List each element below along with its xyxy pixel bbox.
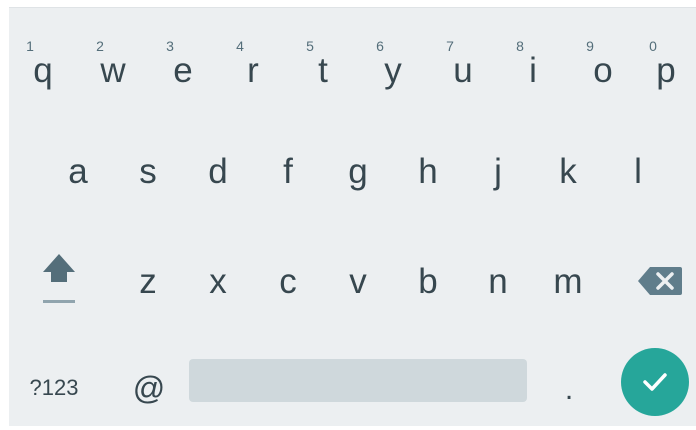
key-hint: 4: [236, 38, 244, 54]
key-g[interactable]: g: [328, 136, 388, 206]
key-label: u: [453, 50, 473, 90]
key-label: c: [279, 261, 297, 301]
key-label: b: [418, 261, 438, 301]
key-label: n: [488, 261, 508, 301]
key-x[interactable]: x: [188, 246, 248, 316]
key-k[interactable]: k: [538, 136, 598, 206]
key-i[interactable]: 8 i: [503, 26, 563, 96]
key-hint: 8: [516, 38, 524, 54]
key-u[interactable]: 7 u: [433, 26, 493, 96]
key-label: t: [318, 50, 328, 90]
key-label: z: [139, 261, 157, 301]
key-label: d: [208, 151, 228, 191]
key-label: s: [139, 151, 157, 191]
key-label: i: [529, 50, 537, 90]
key-hint: 0: [649, 38, 657, 54]
key-m[interactable]: m: [538, 246, 598, 316]
key-label: x: [209, 261, 227, 301]
key-label: o: [593, 50, 613, 90]
key-label: e: [173, 50, 193, 90]
key-label: m: [553, 261, 583, 301]
shift-key[interactable]: [27, 246, 91, 316]
key-hint: 6: [376, 38, 384, 54]
key-l[interactable]: l: [608, 136, 668, 206]
soft-keyboard: 1 q 2 w 3 e 4 r 5 t 6 y 7 u 8 i 9 o 0 p …: [9, 7, 696, 426]
key-a[interactable]: a: [48, 136, 108, 206]
key-q[interactable]: 1 q: [13, 26, 73, 96]
key-label: l: [634, 151, 642, 191]
key-c[interactable]: c: [258, 246, 318, 316]
key-hint: 7: [446, 38, 454, 54]
backspace-icon: [638, 267, 682, 295]
key-label: q: [33, 50, 53, 90]
key-d[interactable]: d: [188, 136, 248, 206]
key-z[interactable]: z: [118, 246, 178, 316]
key-label: y: [384, 50, 402, 90]
shift-icon: [43, 254, 75, 303]
key-label: p: [656, 50, 676, 90]
key-label: w: [100, 50, 126, 90]
symbols-key[interactable]: ?123: [19, 363, 89, 413]
backspace-key[interactable]: [625, 246, 695, 316]
key-y[interactable]: 6 y: [363, 26, 423, 96]
at-key[interactable]: @: [119, 358, 179, 418]
key-s[interactable]: s: [118, 136, 178, 206]
key-h[interactable]: h: [398, 136, 458, 206]
key-n[interactable]: n: [468, 246, 528, 316]
key-hint: 5: [306, 38, 314, 54]
key-j[interactable]: j: [468, 136, 528, 206]
key-hint: 1: [26, 38, 34, 54]
key-t[interactable]: 5 t: [293, 26, 353, 96]
key-o[interactable]: 9 o: [573, 26, 633, 96]
key-e[interactable]: 3 e: [153, 26, 213, 96]
key-label: v: [349, 261, 367, 301]
key-label: a: [68, 151, 88, 191]
key-label: j: [494, 151, 502, 191]
key-w[interactable]: 2 w: [83, 26, 143, 96]
space-bar[interactable]: [189, 359, 527, 402]
key-hint: 9: [586, 38, 594, 54]
key-p[interactable]: 0 p: [636, 26, 696, 96]
key-label: r: [247, 50, 259, 90]
done-button[interactable]: [621, 348, 689, 416]
checkmark-icon: [643, 373, 667, 391]
key-label: f: [283, 151, 293, 191]
key-f[interactable]: f: [258, 136, 318, 206]
key-hint: 2: [96, 38, 104, 54]
key-v[interactable]: v: [328, 246, 388, 316]
period-key[interactable]: .: [539, 360, 599, 420]
key-b[interactable]: b: [398, 246, 458, 316]
key-label: h: [418, 151, 438, 191]
key-r[interactable]: 4 r: [223, 26, 283, 96]
key-label: g: [348, 151, 368, 191]
key-hint: 3: [166, 38, 174, 54]
key-label: k: [559, 151, 577, 191]
